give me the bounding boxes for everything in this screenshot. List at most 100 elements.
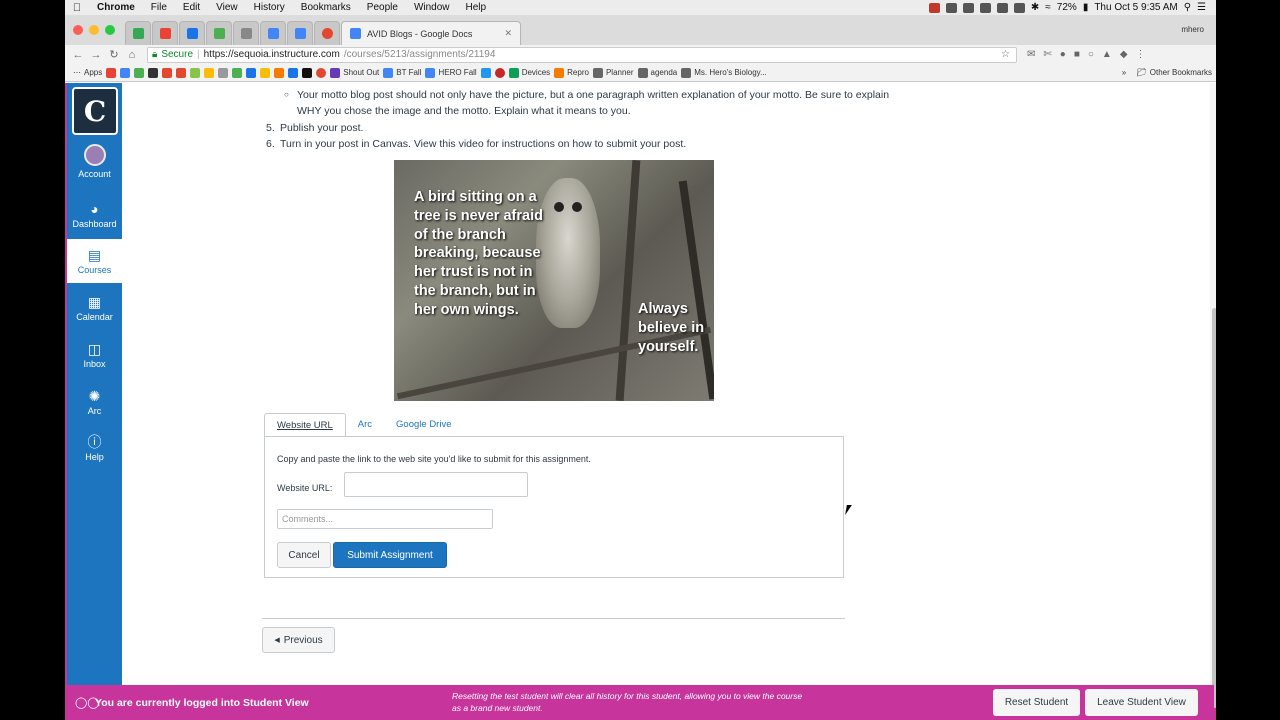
- owl-eye: [554, 202, 564, 212]
- bookmark-icon-only[interactable]: [302, 67, 313, 78]
- previous-button[interactable]: ◀ Previous: [262, 627, 335, 653]
- bookmark-icon-only[interactable]: [246, 67, 257, 78]
- apple-menu-icon[interactable]: : [65, 2, 89, 14]
- menu-chrome[interactable]: Chrome: [89, 2, 143, 13]
- forward-icon[interactable]: →: [87, 49, 105, 61]
- status-icon[interactable]: [1013, 2, 1025, 13]
- address-bar[interactable]: 🔒︎ Secure | https://sequoia.instructure.…: [147, 46, 1017, 63]
- menu-bookmarks[interactable]: Bookmarks: [293, 2, 359, 13]
- bookmark-icon-only[interactable]: [316, 67, 327, 78]
- bookmark-item[interactable]: Ms. Hero's Biology...: [681, 67, 767, 78]
- bookmark-icon-only[interactable]: [162, 67, 173, 78]
- menu-view[interactable]: View: [208, 2, 246, 13]
- minimize-window-button[interactable]: [89, 25, 99, 35]
- reload-icon[interactable]: ↻: [105, 48, 123, 61]
- tab-arc[interactable]: Arc: [346, 413, 384, 437]
- new-tab-button[interactable]: [522, 21, 544, 45]
- extension-icon[interactable]: ▲: [1102, 49, 1112, 60]
- bookmark-apps[interactable]: ⋯ Apps: [73, 68, 102, 77]
- close-tab-icon[interactable]: ✕: [504, 28, 512, 39]
- tab-website-url[interactable]: Website URL: [264, 413, 346, 437]
- bluetooth-icon[interactable]: ✱: [1031, 2, 1039, 13]
- notification-center-icon[interactable]: ☰: [1197, 2, 1206, 13]
- close-window-button[interactable]: [73, 25, 83, 35]
- status-icon[interactable]: [928, 2, 940, 13]
- status-icon[interactable]: [979, 2, 991, 13]
- browser-tab[interactable]: [287, 21, 313, 45]
- browser-tab[interactable]: [152, 21, 178, 45]
- bookmark-icon-only[interactable]: [190, 67, 201, 78]
- bookmark-icon-only[interactable]: [480, 67, 491, 78]
- bookmark-icon-only[interactable]: [176, 67, 187, 78]
- bookmark-icon-only[interactable]: [218, 67, 229, 78]
- browser-tab[interactable]: [125, 21, 151, 45]
- bookmark-star-icon[interactable]: ☆: [1001, 49, 1016, 60]
- menu-history[interactable]: History: [246, 2, 293, 13]
- extension-icon[interactable]: ✉: [1027, 49, 1035, 60]
- bookmark-item[interactable]: Planner: [592, 67, 634, 78]
- nav-dashboard[interactable]: ◕ Dashboard: [67, 193, 122, 237]
- bookmark-icon-only[interactable]: [204, 67, 215, 78]
- status-icon[interactable]: [962, 2, 974, 13]
- bookmark-item[interactable]: HERO Fall: [425, 67, 477, 78]
- clock[interactable]: Thu Oct 5 9:35 AM: [1094, 2, 1177, 13]
- browser-tab[interactable]: [179, 21, 205, 45]
- profile-name[interactable]: mhero: [1181, 25, 1204, 34]
- website-url-input[interactable]: [344, 472, 528, 497]
- bookmark-item[interactable]: Shout Out: [330, 67, 379, 78]
- bookmark-item[interactable]: Devices: [508, 67, 550, 78]
- extension-icon[interactable]: ●: [1060, 49, 1066, 60]
- bookmark-icon-only[interactable]: [288, 67, 299, 78]
- home-icon[interactable]: ⌂: [123, 49, 141, 61]
- bookmark-item[interactable]: agenda: [637, 67, 677, 78]
- spotlight-icon[interactable]: ⚲: [1184, 2, 1191, 13]
- browser-tab-active[interactable]: AVID Blogs - Google Docs ✕: [341, 21, 521, 45]
- caret-left-icon: ◀: [274, 637, 280, 644]
- extension-icon[interactable]: ■: [1074, 49, 1080, 60]
- menu-file[interactable]: File: [143, 2, 175, 13]
- extension-icon[interactable]: ✄: [1043, 49, 1051, 60]
- browser-tab[interactable]: [206, 21, 232, 45]
- submit-assignment-button[interactable]: Submit Assignment: [333, 542, 447, 568]
- bookmark-icon-only[interactable]: [232, 67, 243, 78]
- extension-icon[interactable]: ◆: [1120, 49, 1128, 60]
- bookmark-icon-only[interactable]: [148, 67, 159, 78]
- bookmark-icon-only[interactable]: [494, 67, 505, 78]
- menu-kebab-icon[interactable]: ⋮: [1136, 49, 1146, 60]
- scrollbar-thumb[interactable]: [1212, 308, 1216, 708]
- nav-inbox[interactable]: ◫ Inbox: [67, 333, 122, 377]
- status-icon[interactable]: [945, 2, 957, 13]
- zoom-window-button[interactable]: [105, 25, 115, 35]
- nav-help[interactable]: ⓘ Help: [67, 426, 122, 470]
- bookmark-icon-only[interactable]: [260, 67, 271, 78]
- menu-window[interactable]: Window: [406, 2, 458, 13]
- bookmark-icon-only[interactable]: [134, 67, 145, 78]
- browser-tab[interactable]: [260, 21, 286, 45]
- extension-icon[interactable]: ○: [1088, 49, 1094, 60]
- back-icon[interactable]: ←: [69, 49, 87, 61]
- nav-account[interactable]: Account: [67, 139, 122, 183]
- browser-tab[interactable]: [314, 21, 340, 45]
- wifi-icon[interactable]: ≈: [1045, 2, 1051, 13]
- battery-percent[interactable]: 72%: [1057, 2, 1077, 13]
- menu-help[interactable]: Help: [458, 2, 495, 13]
- browser-tab[interactable]: [233, 21, 259, 45]
- bookmark-item[interactable]: BT Fall: [383, 67, 421, 78]
- comments-textarea[interactable]: Comments...: [277, 509, 493, 529]
- status-icon[interactable]: [996, 2, 1008, 13]
- leave-student-view-button[interactable]: Leave Student View: [1085, 689, 1198, 716]
- bookmark-item[interactable]: Repro: [554, 67, 589, 78]
- menu-people[interactable]: People: [359, 2, 406, 13]
- menu-edit[interactable]: Edit: [175, 2, 208, 13]
- cancel-button[interactable]: Cancel: [277, 542, 331, 568]
- tab-google-drive[interactable]: Google Drive: [384, 413, 463, 437]
- bookmark-icon-only[interactable]: [120, 67, 131, 78]
- school-logo[interactable]: C: [72, 87, 118, 135]
- nav-arc[interactable]: ✺ Arc: [67, 380, 122, 424]
- nav-calendar[interactable]: ▦ Calendar: [67, 286, 122, 330]
- reset-student-button[interactable]: Reset Student: [993, 689, 1080, 716]
- bookmark-icon-only[interactable]: [106, 67, 117, 78]
- bookmark-icon-only[interactable]: [274, 67, 285, 78]
- nav-courses[interactable]: ▤ Courses: [67, 239, 122, 283]
- other-bookmarks[interactable]: » 📁︎ Other Bookmarks: [1122, 68, 1216, 77]
